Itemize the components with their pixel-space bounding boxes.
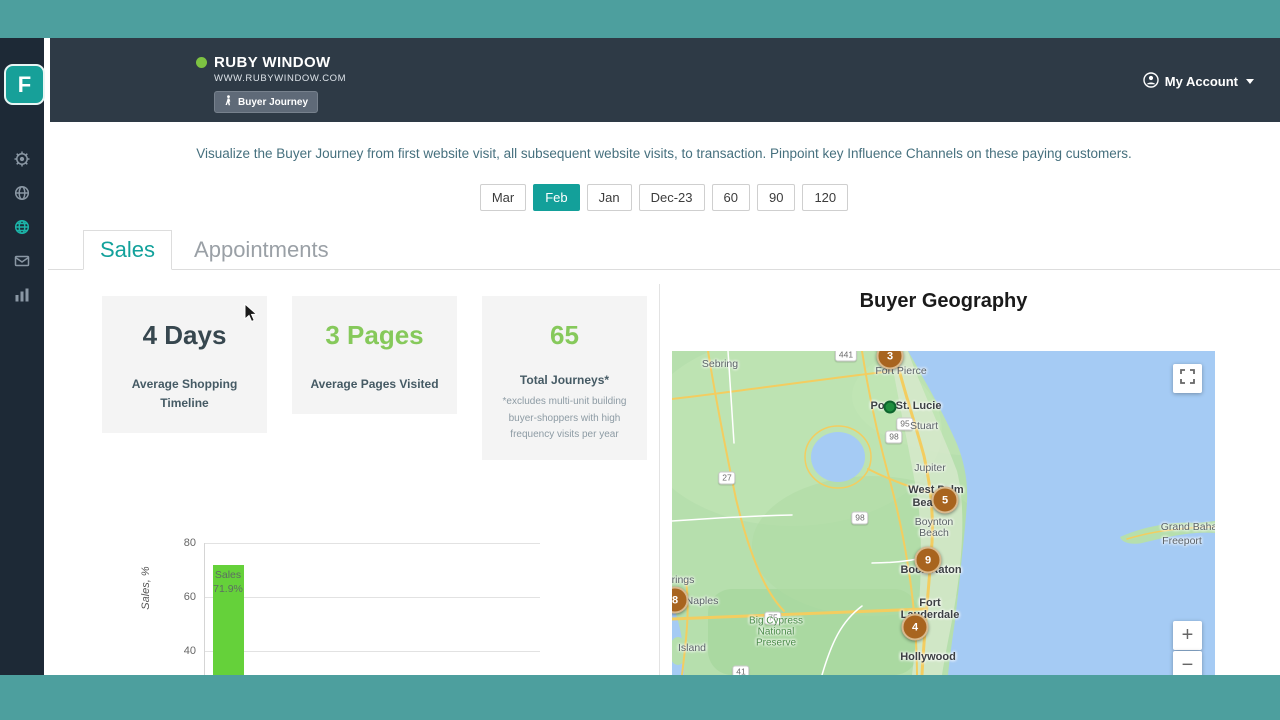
my-account-label: My Account xyxy=(1164,74,1238,89)
buyer-journey-badge[interactable]: Buyer Journey xyxy=(214,91,319,113)
route-shield-98: 98 xyxy=(885,430,903,444)
map-label-big-cypress: Big Cypress xyxy=(749,615,803,627)
globe-icon xyxy=(13,184,31,202)
stat-card-pages-visited: 3 Pages Average Pages Visited xyxy=(292,296,457,414)
brand-dot-icon xyxy=(196,57,207,68)
filter-button-feb[interactable]: Feb xyxy=(533,184,580,211)
stat-label: Average Shopping Timeline xyxy=(131,377,238,411)
gridline xyxy=(204,597,540,598)
map-label-springs-partial: rings xyxy=(672,574,695,586)
chevron-down-icon xyxy=(1246,79,1254,84)
sidebar-item-reports[interactable] xyxy=(13,286,31,304)
bottom-letterbox-bar xyxy=(0,675,1280,720)
map-cluster-marker[interactable]: 5 xyxy=(931,486,959,514)
sidebar-item-web[interactable] xyxy=(13,184,31,202)
stat-label: Total Journeys* xyxy=(519,373,610,387)
sidebar-item-mail[interactable] xyxy=(13,252,31,270)
map-label-national: National xyxy=(757,626,795,638)
header: RUBY WINDOW WWW.RUBYWINDOW.COM Buyer Jou… xyxy=(50,38,1280,122)
map-label-freeport: Freeport xyxy=(1162,535,1202,547)
app-window: F RUBY WINDOW WWW.RUBYWINDOW.COM Buyer J… xyxy=(0,0,1280,720)
map-label-stuart: Stuart xyxy=(909,420,939,432)
buyer-geography-map[interactable]: 441 95 98 98 27 75 41 Sebring Fort Pierc… xyxy=(672,351,1215,675)
filter-button-mar[interactable]: Mar xyxy=(479,184,527,211)
map-label-fort: Fort xyxy=(919,596,941,609)
filter-button-60[interactable]: 60 xyxy=(711,184,750,211)
fullscreen-icon xyxy=(1180,367,1195,390)
map-label-grand-bahama: Grand Baha xyxy=(1160,521,1215,533)
filter-button-90[interactable]: 90 xyxy=(756,184,796,211)
envelope-icon xyxy=(13,252,31,270)
chart-y-axis-label: Sales, % xyxy=(140,566,152,610)
map-label-hollywood: Hollywood xyxy=(900,650,956,663)
sidebar: F xyxy=(0,38,45,675)
map-label-naples: Naples xyxy=(685,595,719,607)
filter-button-dec23[interactable]: Dec-23 xyxy=(638,184,705,211)
gridline xyxy=(204,543,540,544)
filter-button-120[interactable]: 120 xyxy=(802,184,849,211)
buyer-geography-title: Buyer Geography xyxy=(859,290,1028,312)
date-filter-row: Mar Feb Jan Dec-23 60 90 120 xyxy=(48,184,1280,211)
route-shield-41: 41 xyxy=(732,665,750,675)
filter-button-jan[interactable]: Jan xyxy=(586,184,632,211)
stat-footnote: *excludes multi-unit building buyer-shop… xyxy=(502,396,627,441)
brand-block: RUBY WINDOW WWW.RUBYWINDOW.COM Buyer Jou… xyxy=(196,54,346,113)
sidebar-item-dashboard[interactable] xyxy=(13,150,31,168)
y-tick-80: 80 xyxy=(183,537,196,549)
tab-appointments[interactable]: Appointments xyxy=(178,231,345,269)
intro-text: Visualize the Buyer Journey from first w… xyxy=(196,146,1132,161)
brand-name: RUBY WINDOW xyxy=(214,54,331,71)
tab-sales[interactable]: Sales xyxy=(83,230,173,270)
map-cluster-marker[interactable]: 9 xyxy=(914,546,942,574)
map-label-jupiter: Jupiter xyxy=(914,462,946,474)
route-shield-98: 98 xyxy=(851,511,869,525)
zoom-out-button[interactable]: − xyxy=(1173,651,1202,675)
mouse-cursor-icon xyxy=(244,302,259,329)
globe-grid-icon xyxy=(13,218,31,236)
sales-bar-label: Sales 71.9% xyxy=(213,569,243,595)
bar-chart-icon xyxy=(13,286,31,304)
top-letterbox-bar xyxy=(0,0,1280,38)
walking-person-icon xyxy=(224,95,233,109)
stat-value: 65 xyxy=(550,320,579,350)
stat-value: 4 Days xyxy=(142,320,227,350)
map-label-island: Island xyxy=(677,642,707,654)
stat-card-shopping-timeline: 4 Days Average Shopping Timeline xyxy=(102,296,267,433)
gridline xyxy=(204,651,540,652)
zoom-in-button[interactable]: + xyxy=(1173,621,1202,650)
y-tick-40: 40 xyxy=(183,645,196,657)
sidebar-item-buyer-journey[interactable] xyxy=(13,218,31,236)
fullscreen-button[interactable] xyxy=(1173,364,1202,393)
map-label-preserve: Preserve xyxy=(755,637,797,649)
map-label-sebring: Sebring xyxy=(701,358,739,370)
route-shield-441: 441 xyxy=(834,351,858,362)
brand-url: WWW.RUBYWINDOW.COM xyxy=(214,73,347,84)
user-icon xyxy=(1143,72,1159,91)
y-tick-60: 60 xyxy=(183,591,196,603)
stat-label: Average Pages Visited xyxy=(310,377,439,391)
buyer-journey-badge-label: Buyer Journey xyxy=(238,96,309,108)
map-label-port-st-lucie: Port St. Lucie xyxy=(870,399,942,412)
app-logo[interactable]: F xyxy=(4,64,45,105)
map-label-boynton-beach: Beach xyxy=(919,527,949,539)
tab-bar: Sales Appointments xyxy=(48,229,1280,270)
stat-card-total-journeys: 65 Total Journeys* *excludes multi-unit … xyxy=(482,296,647,460)
route-shield-27: 27 xyxy=(718,471,736,485)
section-divider xyxy=(659,284,660,675)
helm-icon xyxy=(13,150,31,168)
y-axis-line xyxy=(204,543,205,675)
map-pin-green[interactable] xyxy=(883,400,897,414)
my-account-menu[interactable]: My Account xyxy=(1143,72,1254,91)
stat-value: 3 Pages xyxy=(325,320,424,350)
map-cluster-marker[interactable]: 4 xyxy=(901,613,929,641)
